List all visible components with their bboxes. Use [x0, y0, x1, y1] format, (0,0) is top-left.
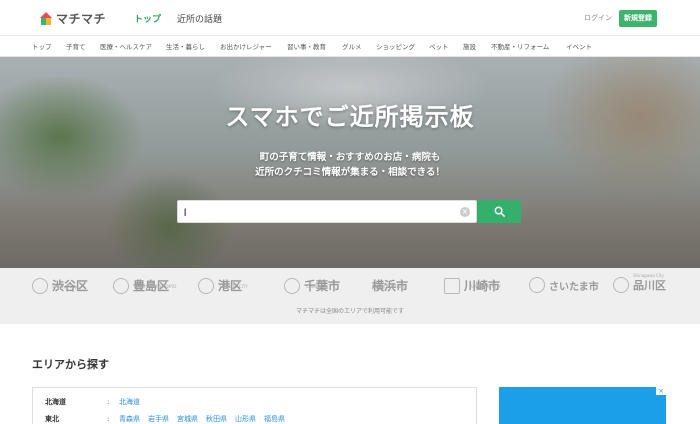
prefecture-link[interactable]: 福島県 — [264, 414, 285, 424]
login-link[interactable]: ログイン — [584, 13, 612, 23]
category-item[interactable]: 習い事・教育 — [287, 41, 326, 51]
area-colon: : — [107, 398, 110, 406]
advertisement[interactable]: × — [499, 387, 666, 424]
city-sub: City of Yokohama — [372, 284, 407, 289]
city-emblem-icon — [198, 277, 214, 294]
prefecture-link[interactable]: 岩手県 — [148, 414, 169, 424]
search-icon — [494, 206, 505, 217]
category-item[interactable]: 施設 — [463, 41, 476, 51]
category-item[interactable]: ショッピング — [376, 41, 415, 51]
area-row: 東北 : 青森県 岩手県 宮城県 秋田県 山形県 福島県 — [45, 414, 293, 424]
signup-button[interactable]: 新規登録 — [619, 10, 657, 27]
city-sub: MINATO CITY — [222, 284, 248, 289]
search-button[interactable] — [477, 200, 521, 223]
category-item[interactable]: 医療・ヘルスケア — [100, 41, 152, 51]
city-sub: CHIBA CITY — [306, 284, 329, 289]
category-item[interactable]: グルメ — [342, 41, 362, 51]
cities-note: マチマチは全国のエリアで利用可能です — [295, 308, 404, 315]
tab-nearby-topics[interactable]: 近所の話題 — [177, 12, 222, 25]
area-row: 北海道 : 北海道 — [45, 397, 148, 407]
ad-close-icon[interactable]: × — [656, 387, 666, 395]
prefecture-link[interactable]: 山形県 — [235, 414, 256, 424]
hero-banner: スマホでご近所掲示板 町の子育て情報・おすすめのお店・病院も 近所のクチコミ情報… — [0, 57, 700, 268]
category-item[interactable]: トップ — [32, 41, 52, 51]
city-emblem-icon — [529, 277, 545, 293]
prefecture-link[interactable]: 秋田県 — [206, 414, 227, 424]
logo-text: マチマチ — [56, 12, 107, 26]
top-header: マチマチ トップ 近所の話題 ログイン 新規登録 — [0, 0, 700, 36]
city-emblem-icon — [32, 277, 48, 294]
hero-subtitle: 近所のクチコミ情報が集まる・相談できる！ — [255, 167, 445, 178]
city-sub: KAWASAKI CITY — [470, 284, 501, 289]
city-logo[interactable]: 品川区 — [613, 277, 666, 293]
area-colon: : — [107, 415, 110, 423]
category-item[interactable]: お出かけレジャー — [220, 41, 272, 51]
city-emblem-icon — [284, 277, 300, 294]
city-emblem-icon — [444, 277, 460, 294]
tab-top[interactable]: トップ — [134, 12, 161, 25]
search-input[interactable] — [178, 203, 476, 224]
supported-cities: 渋谷区 Shibuya City 豊島区 TOSHIMA CITY TOKYO … — [0, 268, 700, 324]
logo-house-icon — [40, 11, 52, 25]
category-item[interactable]: イベント — [566, 41, 592, 51]
area-region: 北海道 — [45, 398, 66, 406]
prefecture-link[interactable]: 北海道 — [119, 397, 140, 407]
category-item[interactable]: 生活・暮らし — [166, 41, 205, 51]
prefecture-link[interactable]: 宮城県 — [177, 414, 198, 424]
category-nav: トップ 子育て 医療・ヘルスケア 生活・暮らし お出かけレジャー 習い事・教育 … — [0, 36, 700, 57]
category-item[interactable]: ペット — [429, 41, 449, 51]
clear-icon[interactable]: × — [460, 207, 470, 217]
city-sub: Shibuya City — [52, 284, 78, 289]
city-sub: TOSHIMA CITY TOKYO — [133, 284, 177, 289]
city-emblem-icon — [113, 277, 129, 294]
city-emblem-icon — [613, 277, 629, 293]
city-logo[interactable]: さいたま市 — [529, 277, 599, 293]
area-region: 東北 — [45, 415, 59, 423]
area-list: 北海道 : 北海道 東北 : 青森県 岩手県 宮城県 秋田県 山形県 福島県 — [32, 387, 477, 424]
search-field[interactable]: × — [177, 200, 477, 224]
section-title: エリアから探す — [32, 358, 109, 371]
hero-title: スマホでご近所掲示板 — [225, 103, 475, 131]
site-logo[interactable]: マチマチ — [40, 10, 106, 27]
category-item[interactable]: 子育て — [66, 41, 86, 51]
hero-subtitle: 町の子育て情報・おすすめのお店・病院も — [259, 152, 441, 163]
category-item[interactable]: 不動産・リフォーム — [491, 41, 549, 51]
prefecture-link[interactable]: 青森県 — [119, 414, 140, 424]
city-sub: Shinagawa City — [633, 273, 664, 278]
